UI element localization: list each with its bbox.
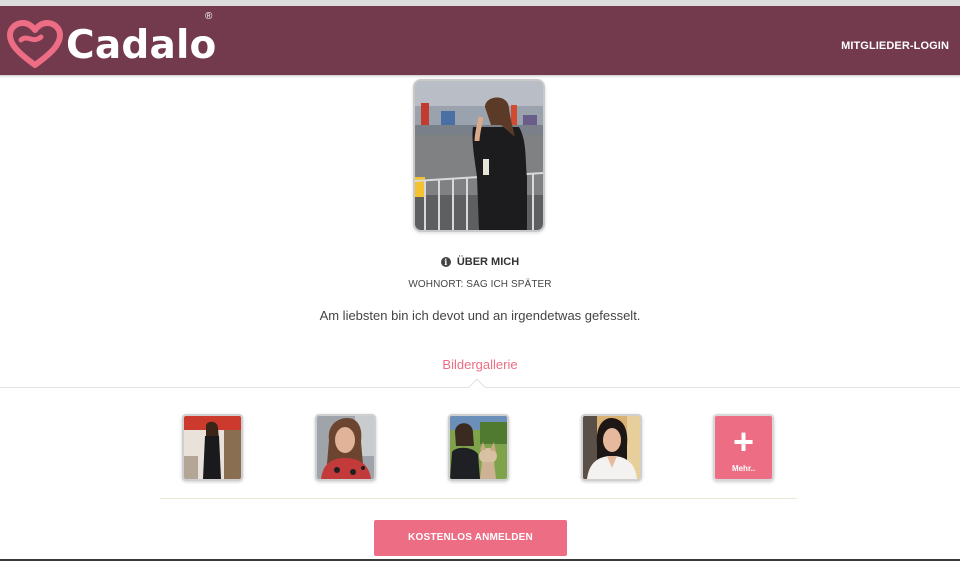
site-header: Cadalo ® MITGLIEDER-LOGIN [0, 6, 960, 75]
gallery-more-label: Mehr.. [731, 464, 756, 473]
registered-mark: ® [205, 11, 213, 22]
info-icon: i [440, 257, 451, 267]
gallery-title[interactable]: Bildergallerie [0, 357, 960, 372]
site-logo[interactable]: Cadalo [7, 17, 217, 73]
header-shadow [0, 75, 960, 78]
free-signup-button[interactable]: KOSTENLOS ANMELDEN [374, 520, 567, 556]
gallery-caret [468, 378, 486, 396]
profile-photo[interactable] [413, 79, 545, 232]
gallery-thumbnail[interactable] [182, 414, 243, 481]
about-heading-label: ÜBER MICH [456, 256, 520, 268]
gallery-thumbnail[interactable] [315, 414, 376, 481]
gallery-thumbnail[interactable] [448, 414, 509, 481]
gallery-more-button[interactable]: + Mehr.. [713, 414, 774, 481]
heart-icon [7, 20, 63, 68]
logo-text: Cadalo [66, 22, 217, 68]
member-login-link[interactable]: MITGLIEDER-LOGIN [841, 40, 949, 52]
about-heading: i ÜBER MICH [0, 256, 960, 268]
bio-text: Am liebsten bin ich devot und an irgende… [319, 308, 641, 323]
plus-icon: + [732, 421, 755, 462]
gallery-bottom-divider [160, 498, 797, 499]
gallery-thumbnail[interactable] [581, 414, 642, 481]
location-text: WOHNORT: SAG ICH SPÄTER [408, 279, 552, 290]
